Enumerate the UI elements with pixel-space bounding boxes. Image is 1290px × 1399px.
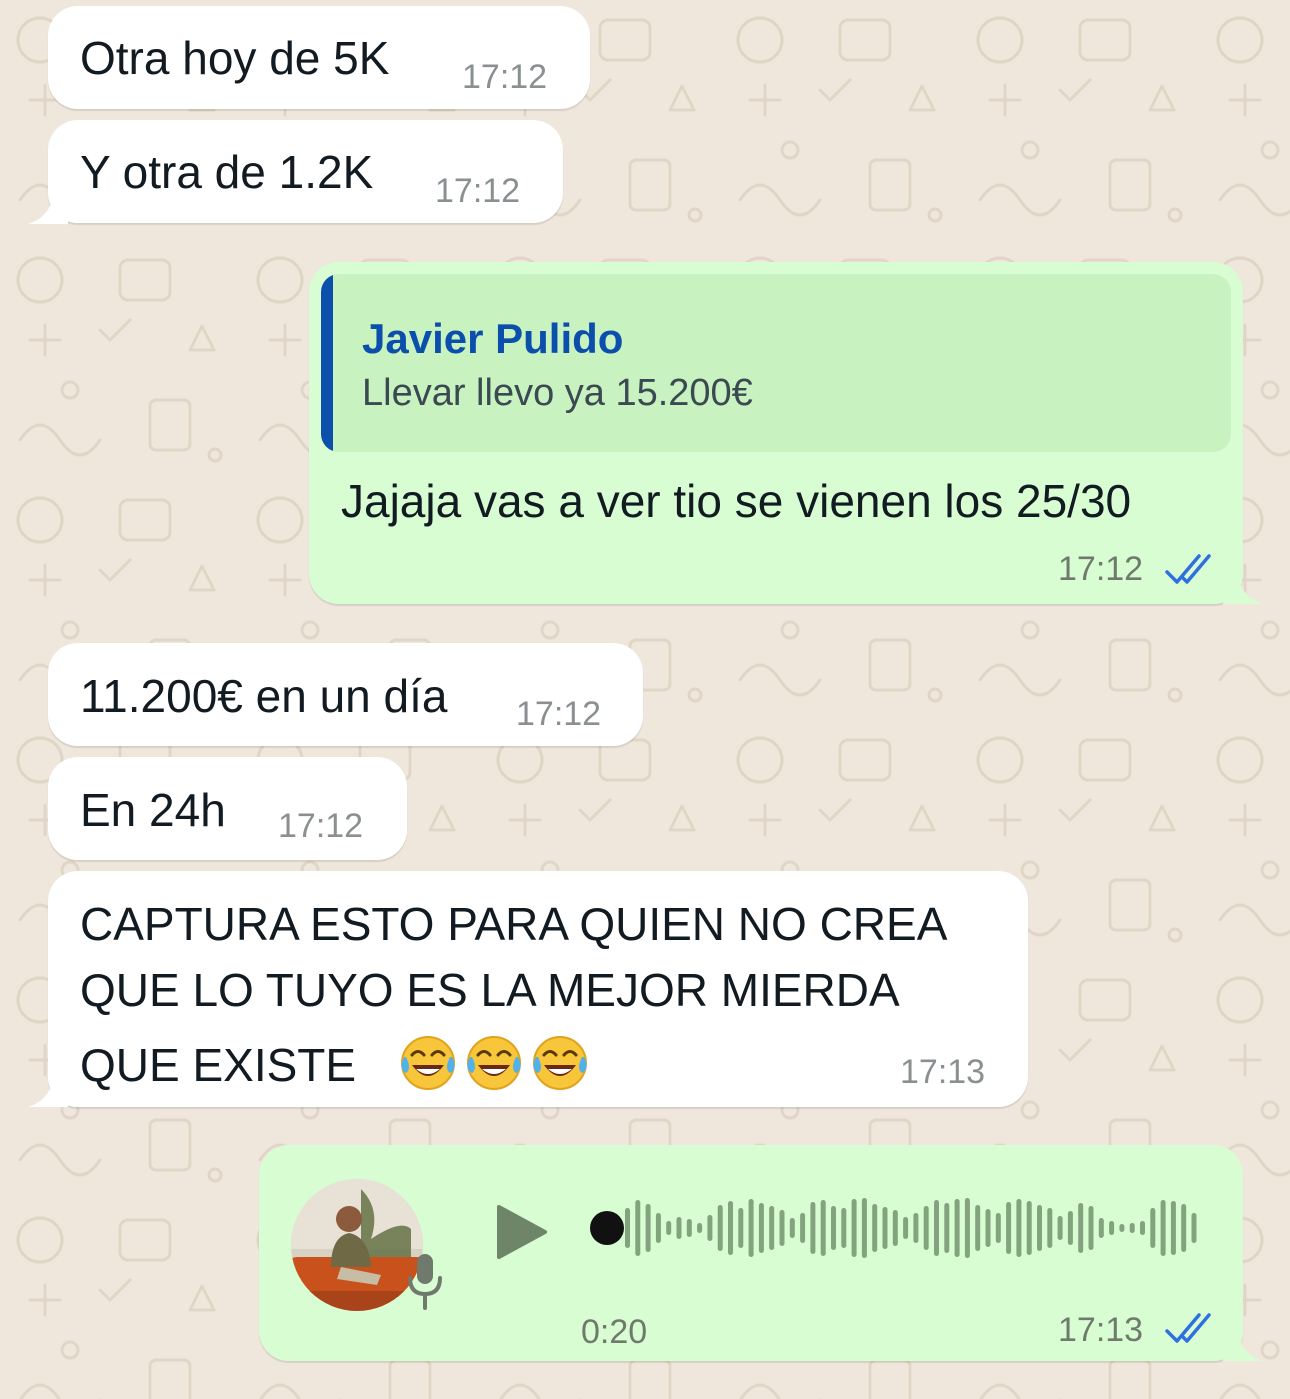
waveform-bar — [934, 1200, 939, 1256]
incoming-message[interactable]: 11.200€ en un día 17:12 — [48, 643, 643, 746]
voice-playhead[interactable] — [590, 1211, 624, 1245]
tears-of-joy-emoji-icon — [400, 1036, 455, 1090]
waveform-bar — [738, 1208, 744, 1248]
message-time: 17:12 — [278, 807, 364, 845]
message-line: QUE LO TUYO ES LA MEJOR MIERDA — [80, 964, 900, 1016]
avatar[interactable] — [291, 1179, 423, 1311]
message-text: 11.200€ en un día — [80, 670, 448, 722]
message-line: CAPTURA ESTO PARA QUIEN NO CREA — [80, 898, 948, 950]
waveform-bar — [758, 1203, 764, 1253]
bubble-tail — [1223, 1325, 1263, 1361]
waveform-bar — [810, 1202, 816, 1254]
waveform-bar — [707, 1215, 713, 1241]
incoming-message[interactable]: Y otra de 1.2K 17:12 — [28, 120, 563, 224]
waveform-bar — [728, 1201, 733, 1255]
tears-of-joy-emoji-icon — [466, 1036, 521, 1090]
message-line: QUE EXISTE — [80, 1039, 357, 1091]
tears-of-joy-emoji-icon — [532, 1036, 587, 1090]
play-icon[interactable] — [495, 1203, 549, 1261]
quoted-message[interactable]: Javier Pulido Llevar llevo ya 15.200€ — [321, 274, 1231, 452]
waveform-bar — [1109, 1221, 1115, 1235]
waveform-bar — [1078, 1203, 1084, 1253]
message-text: Otra hoy de 5K — [80, 32, 390, 84]
quote-accent-bar — [321, 274, 333, 452]
waveform-bar — [944, 1203, 950, 1253]
waveform-bar — [913, 1213, 919, 1243]
waveform-bar — [831, 1206, 836, 1250]
waveform-bar — [779, 1210, 785, 1246]
waveform-bar — [1170, 1201, 1176, 1255]
message-text: Y otra de 1.2K — [80, 146, 374, 198]
incoming-message[interactable]: CAPTURA ESTO PARA QUIEN NO CREA QUE LO T… — [28, 871, 1028, 1107]
waveform-bar — [676, 1217, 682, 1239]
waveform-bar — [1160, 1200, 1166, 1256]
message-time: 17:12 — [516, 695, 602, 733]
message-time: 17:12 — [462, 58, 548, 96]
waveform-bar — [645, 1204, 651, 1252]
waveform-bar — [1181, 1204, 1187, 1252]
waveform-bar — [995, 1213, 1001, 1243]
waveform-bar — [1088, 1206, 1094, 1250]
waveform-bar — [861, 1198, 867, 1258]
waveform-bar — [903, 1217, 909, 1239]
incoming-message[interactable]: En 24h 17:12 — [48, 757, 407, 860]
double-check-icon — [1165, 1313, 1211, 1343]
waveform-bar — [1140, 1221, 1145, 1235]
waveform-bar — [923, 1206, 929, 1250]
waveform-bar — [666, 1221, 672, 1235]
message-time: 17:13 — [1058, 1311, 1144, 1349]
waveform-bar — [975, 1205, 981, 1251]
waveform-bar — [800, 1213, 806, 1243]
bubble-tail — [28, 1071, 68, 1107]
waveform-bar — [1026, 1201, 1032, 1255]
double-check-icon — [1165, 554, 1211, 584]
message-time: 17:13 — [900, 1053, 986, 1091]
outgoing-voice-message[interactable]: 0:20 17:13 — [259, 1145, 1263, 1361]
waveform-bar — [985, 1209, 991, 1247]
waveform-bar — [1057, 1216, 1063, 1240]
chat-messages: Otra hoy de 5K 17:12 Y otra de 1.2K 17:1… — [0, 0, 1290, 1399]
incoming-message[interactable]: Otra hoy de 5K 17:12 — [48, 6, 590, 109]
waveform-bar — [964, 1198, 970, 1258]
waveform-bar — [851, 1199, 857, 1257]
waveform-bar — [717, 1205, 723, 1251]
waveform-bar — [954, 1199, 960, 1257]
waveform-bar — [789, 1218, 795, 1238]
waveform-bar — [635, 1200, 641, 1256]
message-text: En 24h — [80, 784, 226, 836]
waveform-bar — [1037, 1205, 1042, 1251]
message-time: 17:12 — [435, 172, 521, 210]
waveform-bar — [892, 1210, 898, 1246]
waveform-bar — [655, 1213, 661, 1243]
waveform-bar — [748, 1199, 754, 1257]
waveform-bar — [882, 1207, 888, 1249]
waveform-bar — [1016, 1199, 1022, 1257]
quoted-text: Llevar llevo ya 15.200€ — [362, 372, 753, 414]
waveform-bar — [1047, 1208, 1053, 1248]
bubble-tail — [1223, 568, 1263, 604]
waveform-bar — [625, 1208, 630, 1248]
waveform-bar — [1129, 1223, 1135, 1233]
quoted-author: Javier Pulido — [362, 315, 624, 362]
voice-waveform[interactable] — [589, 1193, 1199, 1263]
waveform-bar — [1150, 1208, 1156, 1248]
waveform-bar — [1006, 1202, 1012, 1254]
waveform-bar — [820, 1200, 826, 1256]
waveform-bar — [872, 1204, 878, 1252]
waveform-bar — [1191, 1213, 1197, 1243]
waveform-bar — [841, 1208, 847, 1248]
waveform-bar — [697, 1223, 703, 1233]
message-time: 17:12 — [1058, 550, 1144, 588]
waveform-bar — [1098, 1218, 1104, 1238]
message-text: Jajaja vas a ver tio se vienen los 25/30 — [341, 475, 1132, 527]
outgoing-reply-message[interactable]: Javier Pulido Llevar llevo ya 15.200€ Ja… — [309, 262, 1263, 604]
bubble-tail — [28, 188, 68, 224]
voice-duration: 0:20 — [581, 1313, 648, 1351]
waveform-bar — [769, 1206, 775, 1250]
waveform-bar — [1067, 1211, 1073, 1245]
waveform-bar — [1119, 1224, 1125, 1232]
waveform-bar — [686, 1219, 692, 1237]
mic-icon — [408, 1254, 442, 1310]
message-line-with-emoji: QUE EXISTE — [80, 1033, 596, 1093]
